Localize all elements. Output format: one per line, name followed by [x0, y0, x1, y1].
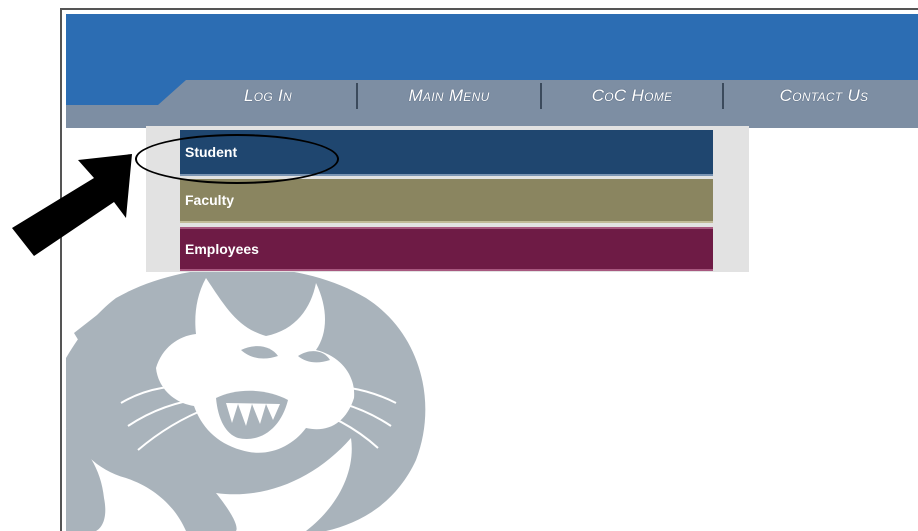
cougar-mascot-icon	[66, 246, 438, 531]
arrow-icon	[12, 154, 132, 256]
nav-main-menu[interactable]: Main Menu	[358, 86, 540, 106]
menu-item-student[interactable]: Student	[180, 130, 713, 176]
menu-item-employees[interactable]: Employees	[180, 227, 713, 271]
nav-coc-home[interactable]: CoC Home	[542, 86, 722, 106]
screenshot-page: Log In Main Menu CoC Home Contact Us Stu…	[0, 0, 918, 531]
nav-contact-us[interactable]: Contact Us	[724, 86, 918, 106]
nav-log-in[interactable]: Log In	[180, 86, 356, 106]
menu-item-faculty[interactable]: Faculty	[180, 179, 713, 223]
nav-menu: Log In Main Menu CoC Home Contact Us	[180, 81, 918, 111]
